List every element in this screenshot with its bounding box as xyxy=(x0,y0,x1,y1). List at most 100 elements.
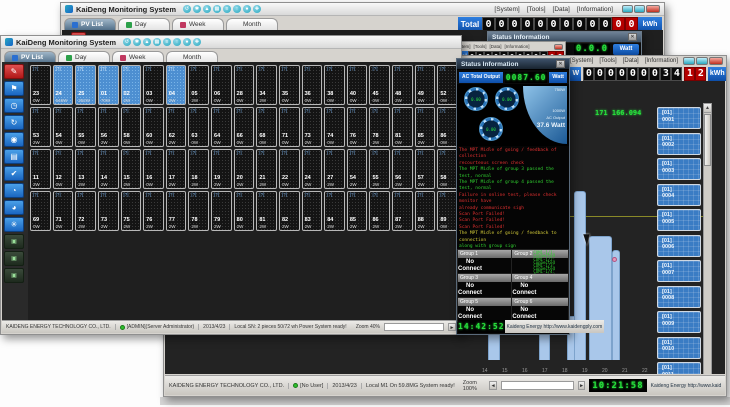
pv-cell[interactable]: [?] 53 2W xyxy=(30,107,51,147)
scroll-up-icon[interactable]: ▲ xyxy=(704,104,711,113)
pv-cell[interactable]: [?] 55 2W xyxy=(369,149,390,189)
titlebar[interactable]: Status Information ✕ xyxy=(457,59,569,70)
device-cell[interactable]: [01]0010 xyxy=(657,337,701,359)
device-list-scrollbar[interactable]: ▲ ▼ xyxy=(703,103,712,374)
vendor-link[interactable]: Kaideng Energy http://www.kaidengply.com xyxy=(651,383,721,389)
titlebar-icon[interactable]: ● xyxy=(243,5,251,13)
titlebar-icon[interactable]: ↑ xyxy=(173,38,181,46)
zoom-out-icon[interactable]: ◄ xyxy=(489,381,496,390)
pv-cell[interactable]: [?] 58 0W xyxy=(437,149,458,189)
zoom-in-icon[interactable]: ► xyxy=(448,323,456,331)
close-button[interactable] xyxy=(646,5,660,13)
pv-cell[interactable]: [?] 72 2W xyxy=(75,191,96,231)
titlebar-icon[interactable]: ✱ xyxy=(133,38,141,46)
pv-cell[interactable]: [?] 24 546W xyxy=(53,65,74,105)
pv-cell[interactable]: [?] 38 0W xyxy=(324,65,345,105)
maximize-button[interactable] xyxy=(696,57,708,65)
pv-cell[interactable]: [?] 18 2W xyxy=(188,149,209,189)
menu-item[interactable]: [Information] xyxy=(645,58,678,64)
titlebar-icon[interactable]: ✚ xyxy=(253,5,261,13)
pv-cell[interactable]: [?] 56 2W xyxy=(98,107,119,147)
close-button[interactable]: ✕ xyxy=(556,60,565,68)
menu-item[interactable]: [System] xyxy=(494,6,519,13)
titlebar-icon[interactable]: ≡ xyxy=(223,5,231,13)
tab[interactable]: Day xyxy=(118,18,170,30)
titlebar-icon[interactable]: ↑ xyxy=(233,5,241,13)
pv-cell[interactable]: [?] 82 2W xyxy=(279,191,300,231)
sidebar-button[interactable]: ◔ xyxy=(4,183,24,198)
scroll-thumb[interactable] xyxy=(704,114,711,166)
device-cell[interactable]: [01]0002 xyxy=(657,133,701,155)
pv-cell[interactable]: [?] 40 0W xyxy=(347,65,368,105)
pv-cell[interactable]: [?] 87 2W xyxy=(392,191,413,231)
pv-cell[interactable]: [?] 71 2W xyxy=(53,191,74,231)
pv-cell[interactable]: [?] 12 0W xyxy=(53,149,74,189)
sidebar-button[interactable]: ↻ xyxy=(4,115,24,130)
device-cell[interactable]: [01]0006 xyxy=(657,235,701,257)
menu-item[interactable]: [Tools] xyxy=(599,58,616,64)
pv-cell[interactable]: [?] 89 0W xyxy=(437,191,458,231)
device-cell[interactable]: [01]0005 xyxy=(657,209,701,231)
pv-cell[interactable]: [?] 55 0W xyxy=(75,107,96,147)
pv-cell[interactable]: [?] 81 0W xyxy=(392,107,413,147)
pv-cell[interactable]: [?] 75 2W xyxy=(121,191,142,231)
device-cell[interactable]: [01]0009 xyxy=(657,311,701,333)
menu-item[interactable]: [Data] xyxy=(553,6,570,13)
pv-cell[interactable]: [?] 16 0W xyxy=(143,149,164,189)
titlebar-icon[interactable]: ▦ xyxy=(213,5,221,13)
vendor-link[interactable]: Kaideng Energy http://www.kaidengply.com xyxy=(507,324,603,330)
titlebar-icon[interactable]: ↺ xyxy=(123,38,131,46)
maximize-button[interactable] xyxy=(634,5,645,13)
pv-cell[interactable]: [?] 03 0W xyxy=(143,65,164,105)
sidebar-button[interactable]: ▤ xyxy=(4,149,24,164)
sidebar-button[interactable]: ▣ xyxy=(4,268,24,283)
zoom-slider[interactable] xyxy=(501,381,574,390)
pv-cell[interactable]: [?] 73 2W xyxy=(98,191,119,231)
pv-cell[interactable]: [?] 74 0W xyxy=(324,107,345,147)
pv-cell[interactable]: [?] 73 2W xyxy=(302,107,323,147)
titlebar-icon[interactable]: ▲ xyxy=(143,38,151,46)
pv-cell[interactable]: [?] 85 2W xyxy=(415,107,436,147)
pv-cell[interactable]: [?] 76 0W xyxy=(347,107,368,147)
pv-cell[interactable]: [?] 62 2W xyxy=(166,107,187,147)
pv-cell[interactable]: [?] 52 0W xyxy=(437,65,458,105)
device-cell[interactable]: [01]0004 xyxy=(657,184,701,206)
pv-cell[interactable]: [?] 85 2W xyxy=(347,191,368,231)
pv-cell[interactable]: [?] 68 0W xyxy=(256,107,277,147)
pv-cell[interactable]: [?] 88 2W xyxy=(415,191,436,231)
watt-unit-button[interactable]: W xyxy=(570,67,581,81)
sidebar-button[interactable]: ◉ xyxy=(4,132,24,147)
pv-cell[interactable]: [?] 48 2W xyxy=(392,65,413,105)
pv-cell[interactable]: [?] 01 70W xyxy=(98,65,119,105)
tab[interactable]: Month xyxy=(226,18,278,30)
close-button[interactable] xyxy=(554,44,563,50)
titlebar-icon[interactable]: ✚ xyxy=(193,38,201,46)
sidebar-button[interactable]: ▣ xyxy=(4,251,24,266)
pv-cell[interactable]: [?] 78 2W xyxy=(188,191,209,231)
menu-item[interactable]: [System] xyxy=(570,58,593,64)
pv-cell[interactable]: [?] 54 0W xyxy=(53,107,74,147)
pv-cell[interactable]: [?] 28 0W xyxy=(234,65,255,105)
device-cell[interactable]: [01]0003 xyxy=(657,158,701,180)
pv-cell[interactable]: [?] 86 2W xyxy=(369,191,390,231)
sidebar-button[interactable]: ▣ xyxy=(4,234,24,249)
pv-cell[interactable]: [?] 21 2W xyxy=(256,149,277,189)
pv-cell[interactable]: [?] 20 2W xyxy=(234,149,255,189)
menu-item[interactable]: [Data] xyxy=(623,58,639,64)
minimize-button[interactable] xyxy=(683,57,695,65)
pv-cell[interactable]: [?] 54 2W xyxy=(347,149,368,189)
sidebar-button[interactable]: ◕ xyxy=(4,200,24,215)
device-cell[interactable]: [01]0008 xyxy=(657,286,701,308)
pv-cell[interactable]: [?] 49 0W xyxy=(415,65,436,105)
pv-cell[interactable]: [?] 63 0W xyxy=(188,107,209,147)
pv-cell[interactable]: [?] 83 2W xyxy=(302,191,323,231)
pv-cell[interactable]: [?] 23 0W xyxy=(30,65,51,105)
pv-cell[interactable]: [?] 57 2W xyxy=(415,149,436,189)
pv-cell[interactable]: [?] 71 0W xyxy=(279,107,300,147)
pv-cell[interactable]: [?] 14 2W xyxy=(98,149,119,189)
tab[interactable]: PV List xyxy=(64,18,116,30)
sidebar-button[interactable]: ⚑ xyxy=(4,81,24,96)
pv-cell[interactable]: [?] 13 2W xyxy=(75,149,96,189)
titlebar-icon[interactable]: ▲ xyxy=(203,5,211,13)
pv-cell[interactable]: [?] 06 0W xyxy=(211,65,232,105)
